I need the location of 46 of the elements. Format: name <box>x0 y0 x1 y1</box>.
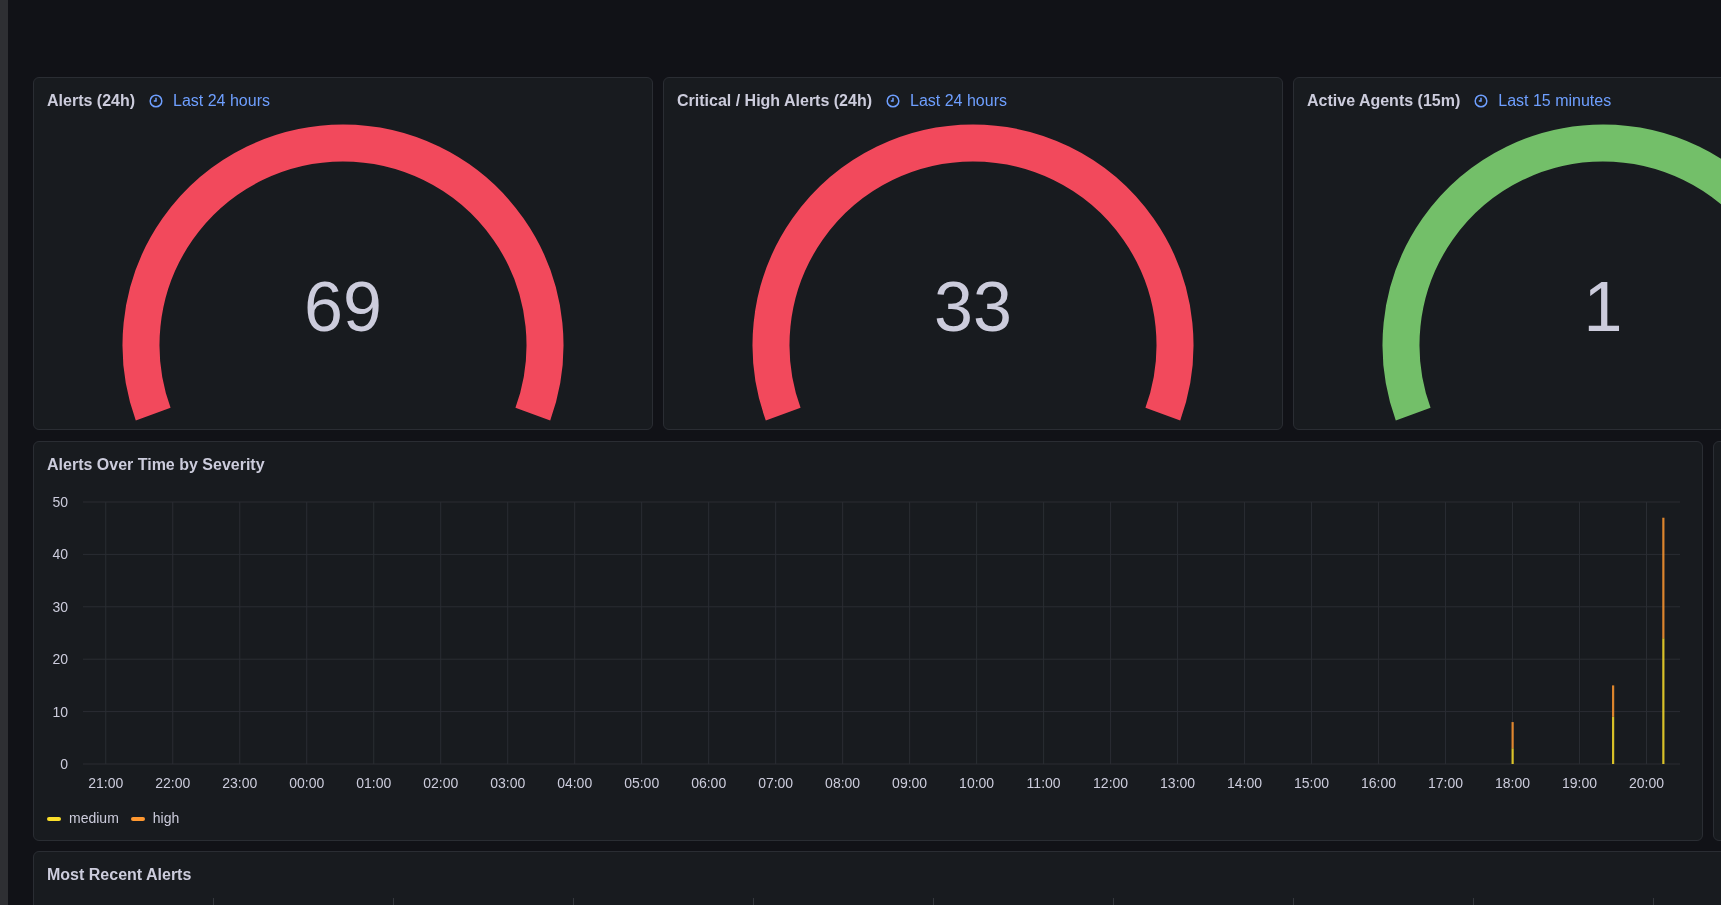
axis-label: 06:00 <box>691 775 727 791</box>
axis-label: 15:00 <box>1294 775 1330 791</box>
axis-label: 11:00 <box>1026 775 1061 791</box>
axis-label: 00:00 <box>289 775 325 791</box>
axis-label: 23:00 <box>222 775 258 791</box>
axis-label: 0 <box>60 756 68 772</box>
panel-title: Active Agents (15m) <box>1307 91 1461 111</box>
axis-label: 02:00 <box>423 775 459 791</box>
axis-label: 09:00 <box>892 775 928 791</box>
panel-title: Most Recent Alerts <box>47 865 192 885</box>
axis-label: 03:00 <box>490 775 526 791</box>
axis-label: 01:00 <box>356 775 392 791</box>
panel-title: Alerts Over Time by Severity <box>47 455 265 475</box>
axis-label: 10:00 <box>959 775 995 791</box>
axis-label: 13:00 <box>1160 775 1196 791</box>
clock-icon <box>149 94 164 108</box>
legend-label[interactable]: medium <box>69 808 119 829</box>
axis-label: 05:00 <box>624 775 660 791</box>
axis-label: 50 <box>52 494 68 510</box>
axis-label: 17:00 <box>1428 775 1464 791</box>
clock-icon <box>1474 94 1489 108</box>
panel-title: Critical / High Alerts (24h) <box>677 91 872 111</box>
time-range-link[interactable]: Last 24 hours <box>149 89 270 113</box>
axis-label: 10 <box>52 703 68 720</box>
axis-label: 21:00 <box>88 775 124 791</box>
axis-label: 30 <box>52 598 68 615</box>
axis-label: 19:00 <box>1562 775 1598 791</box>
axis-label: 40 <box>52 546 68 563</box>
axis-label: 04:00 <box>557 775 593 791</box>
axis-label: 18:00 <box>1495 775 1531 791</box>
axis-label: 08:00 <box>825 775 861 791</box>
axis-label: 20 <box>52 651 68 668</box>
axis-label: 22:00 <box>155 775 191 791</box>
gauge-value: 69 <box>304 268 382 346</box>
axis-label: 07:00 <box>758 775 794 791</box>
axis-label: 14:00 <box>1227 775 1263 791</box>
gauge-value: 1 <box>1583 268 1623 346</box>
gauge-value: 33 <box>934 268 1012 346</box>
time-range-link[interactable]: Last 15 minutes <box>1474 89 1612 113</box>
legend-label[interactable]: high <box>152 808 180 829</box>
time-range-link[interactable]: Last 24 hours <box>886 89 1007 113</box>
axis-label: 12:00 <box>1093 775 1129 791</box>
panel-title: Alerts (24h) <box>47 91 136 111</box>
clock-icon <box>886 94 900 108</box>
axis-label: 16:00 <box>1361 775 1397 791</box>
axis-label: 20:00 <box>1629 775 1665 791</box>
